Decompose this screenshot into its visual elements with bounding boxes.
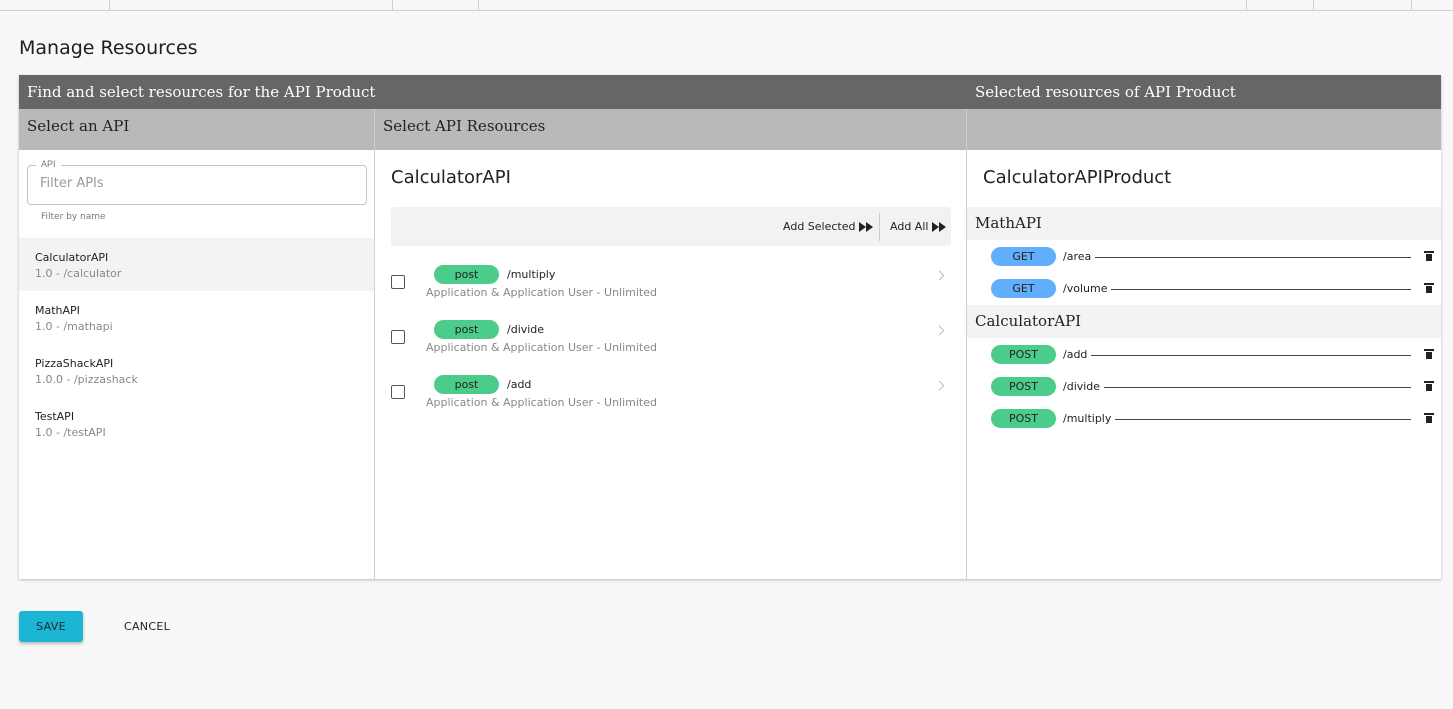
resource-path: /multiply: [507, 268, 556, 281]
top-bar-divider: [109, 0, 110, 10]
page-title: Manage Resources: [19, 37, 198, 59]
top-navigation-bar: [0, 0, 1453, 11]
chevron-right-icon[interactable]: [934, 380, 945, 391]
http-method-badge: GET: [991, 247, 1056, 266]
delete-icon[interactable]: [1424, 381, 1434, 391]
api-product-title: CalculatorAPIProduct: [983, 167, 1172, 188]
api-list-item-calculatorapi[interactable]: CalculatorAPI 1.0 - /calculator: [19, 238, 374, 291]
add-selected-button[interactable]: Add Selected: [783, 207, 874, 246]
filter-legend: API: [36, 159, 61, 169]
http-method-badge: post: [434, 265, 499, 284]
delete-icon[interactable]: [1424, 349, 1434, 359]
selected-group-header: MathAPI: [967, 207, 1441, 240]
api-name: PizzaShackAPI: [35, 357, 114, 370]
resource-connector-line: [1071, 257, 1411, 258]
api-version-context: 1.0 - /testAPI: [35, 426, 106, 439]
delete-icon[interactable]: [1424, 413, 1434, 423]
resource-throttling: Application & Application User - Unlimit…: [426, 341, 657, 354]
top-bar-divider: [1411, 0, 1412, 10]
api-name: CalculatorAPI: [35, 251, 109, 264]
select-api-header: Select an API: [19, 109, 375, 150]
selected-api-title: CalculatorAPI: [391, 167, 511, 188]
resource-throttling: Application & Application User - Unlimit…: [426, 396, 657, 409]
resource-path: /multiply: [1063, 412, 1116, 425]
chevron-right-icon[interactable]: [934, 270, 945, 281]
resource-checkbox[interactable]: [391, 330, 405, 344]
api-list: CalculatorAPI 1.0 - /calculator MathAPI …: [19, 238, 374, 450]
selected-resource-row: GET /area: [991, 246, 1437, 268]
api-version-context: 1.0.0 - /pizzashack: [35, 373, 138, 386]
chevron-right-icon[interactable]: [934, 325, 945, 336]
api-version-context: 1.0 - /mathapi: [35, 320, 113, 333]
resource-path: /volume: [1063, 282, 1112, 295]
resource-connector-line: [1071, 387, 1411, 388]
filter-apis-input[interactable]: [40, 176, 350, 191]
select-api-resources-header: Select API Resources: [375, 109, 967, 150]
resource-path: /divide: [1063, 380, 1105, 393]
add-all-button[interactable]: Add All: [890, 207, 947, 246]
http-method-badge: GET: [991, 279, 1056, 298]
filter-help-text: Filter by name: [41, 212, 106, 222]
resource-connector-line: [1071, 355, 1411, 356]
resource-path: /add: [507, 378, 532, 391]
save-button[interactable]: SAVE: [19, 611, 83, 642]
http-method-badge: POST: [991, 377, 1056, 396]
top-bar-divider: [1246, 0, 1247, 10]
resource-row[interactable]: post /add Application & Application User…: [391, 373, 951, 413]
resource-throttling: Application & Application User - Unlimit…: [426, 286, 657, 299]
api-version-context: 1.0 - /calculator: [35, 267, 122, 280]
fast-forward-icon: [932, 221, 947, 232]
selected-resources-subheader: [967, 109, 1441, 150]
selected-resource-row: GET /volume: [991, 278, 1437, 300]
resource-connector-line: [1071, 419, 1411, 420]
selected-resource-row: POST /divide: [991, 376, 1437, 398]
resource-path: /divide: [507, 323, 545, 336]
resource-row[interactable]: post /divide Application & Application U…: [391, 318, 951, 358]
resource-manager-panel: Find and select resources for the API Pr…: [19, 75, 1441, 579]
resource-connector-line: [1071, 289, 1411, 290]
add-selected-label: Add Selected: [783, 220, 856, 233]
delete-icon[interactable]: [1424, 251, 1434, 261]
api-selector-column: API Filter by name CalculatorAPI 1.0 - /…: [19, 150, 374, 579]
resource-row[interactable]: post /multiply Application & Application…: [391, 263, 951, 303]
api-list-item-testapi[interactable]: TestAPI 1.0 - /testAPI: [19, 397, 374, 450]
http-method-badge: post: [434, 320, 499, 339]
selected-group-header: CalculatorAPI: [967, 305, 1441, 338]
http-method-badge: POST: [991, 409, 1056, 428]
resource-action-bar: Add Selected Add All: [391, 207, 951, 246]
resource-path: /add: [1063, 348, 1092, 361]
find-resources-header: Find and select resources for the API Pr…: [19, 75, 967, 109]
resource-checkbox[interactable]: [391, 385, 405, 399]
delete-icon[interactable]: [1424, 283, 1434, 293]
api-name: TestAPI: [35, 410, 75, 423]
http-method-badge: POST: [991, 345, 1056, 364]
http-method-badge: post: [434, 375, 499, 394]
selected-resources-header: Selected resources of API Product: [967, 75, 1441, 109]
resource-path: /area: [1063, 250, 1096, 263]
api-list-item-mathapi[interactable]: MathAPI 1.0 - /mathapi: [19, 291, 374, 344]
api-name: MathAPI: [35, 304, 80, 317]
selected-resource-row: POST /add: [991, 344, 1437, 366]
top-bar-divider: [1313, 0, 1314, 10]
resource-checkbox[interactable]: [391, 275, 405, 289]
fast-forward-icon: [859, 221, 874, 232]
top-bar-divider: [392, 0, 393, 10]
cancel-button[interactable]: CANCEL: [114, 611, 180, 642]
top-bar-divider: [478, 0, 479, 10]
selected-resources-column: CalculatorAPIProduct MathAPI GET /area G…: [967, 150, 1441, 579]
add-all-label: Add All: [890, 220, 929, 233]
action-divider: [879, 213, 880, 241]
api-resources-column: CalculatorAPI Add Selected Add All post …: [375, 150, 966, 579]
selected-resource-row: POST /multiply: [991, 408, 1437, 430]
api-list-item-pizzashackapi[interactable]: PizzaShackAPI 1.0.0 - /pizzashack: [19, 344, 374, 397]
filter-apis-field[interactable]: API: [27, 159, 367, 205]
